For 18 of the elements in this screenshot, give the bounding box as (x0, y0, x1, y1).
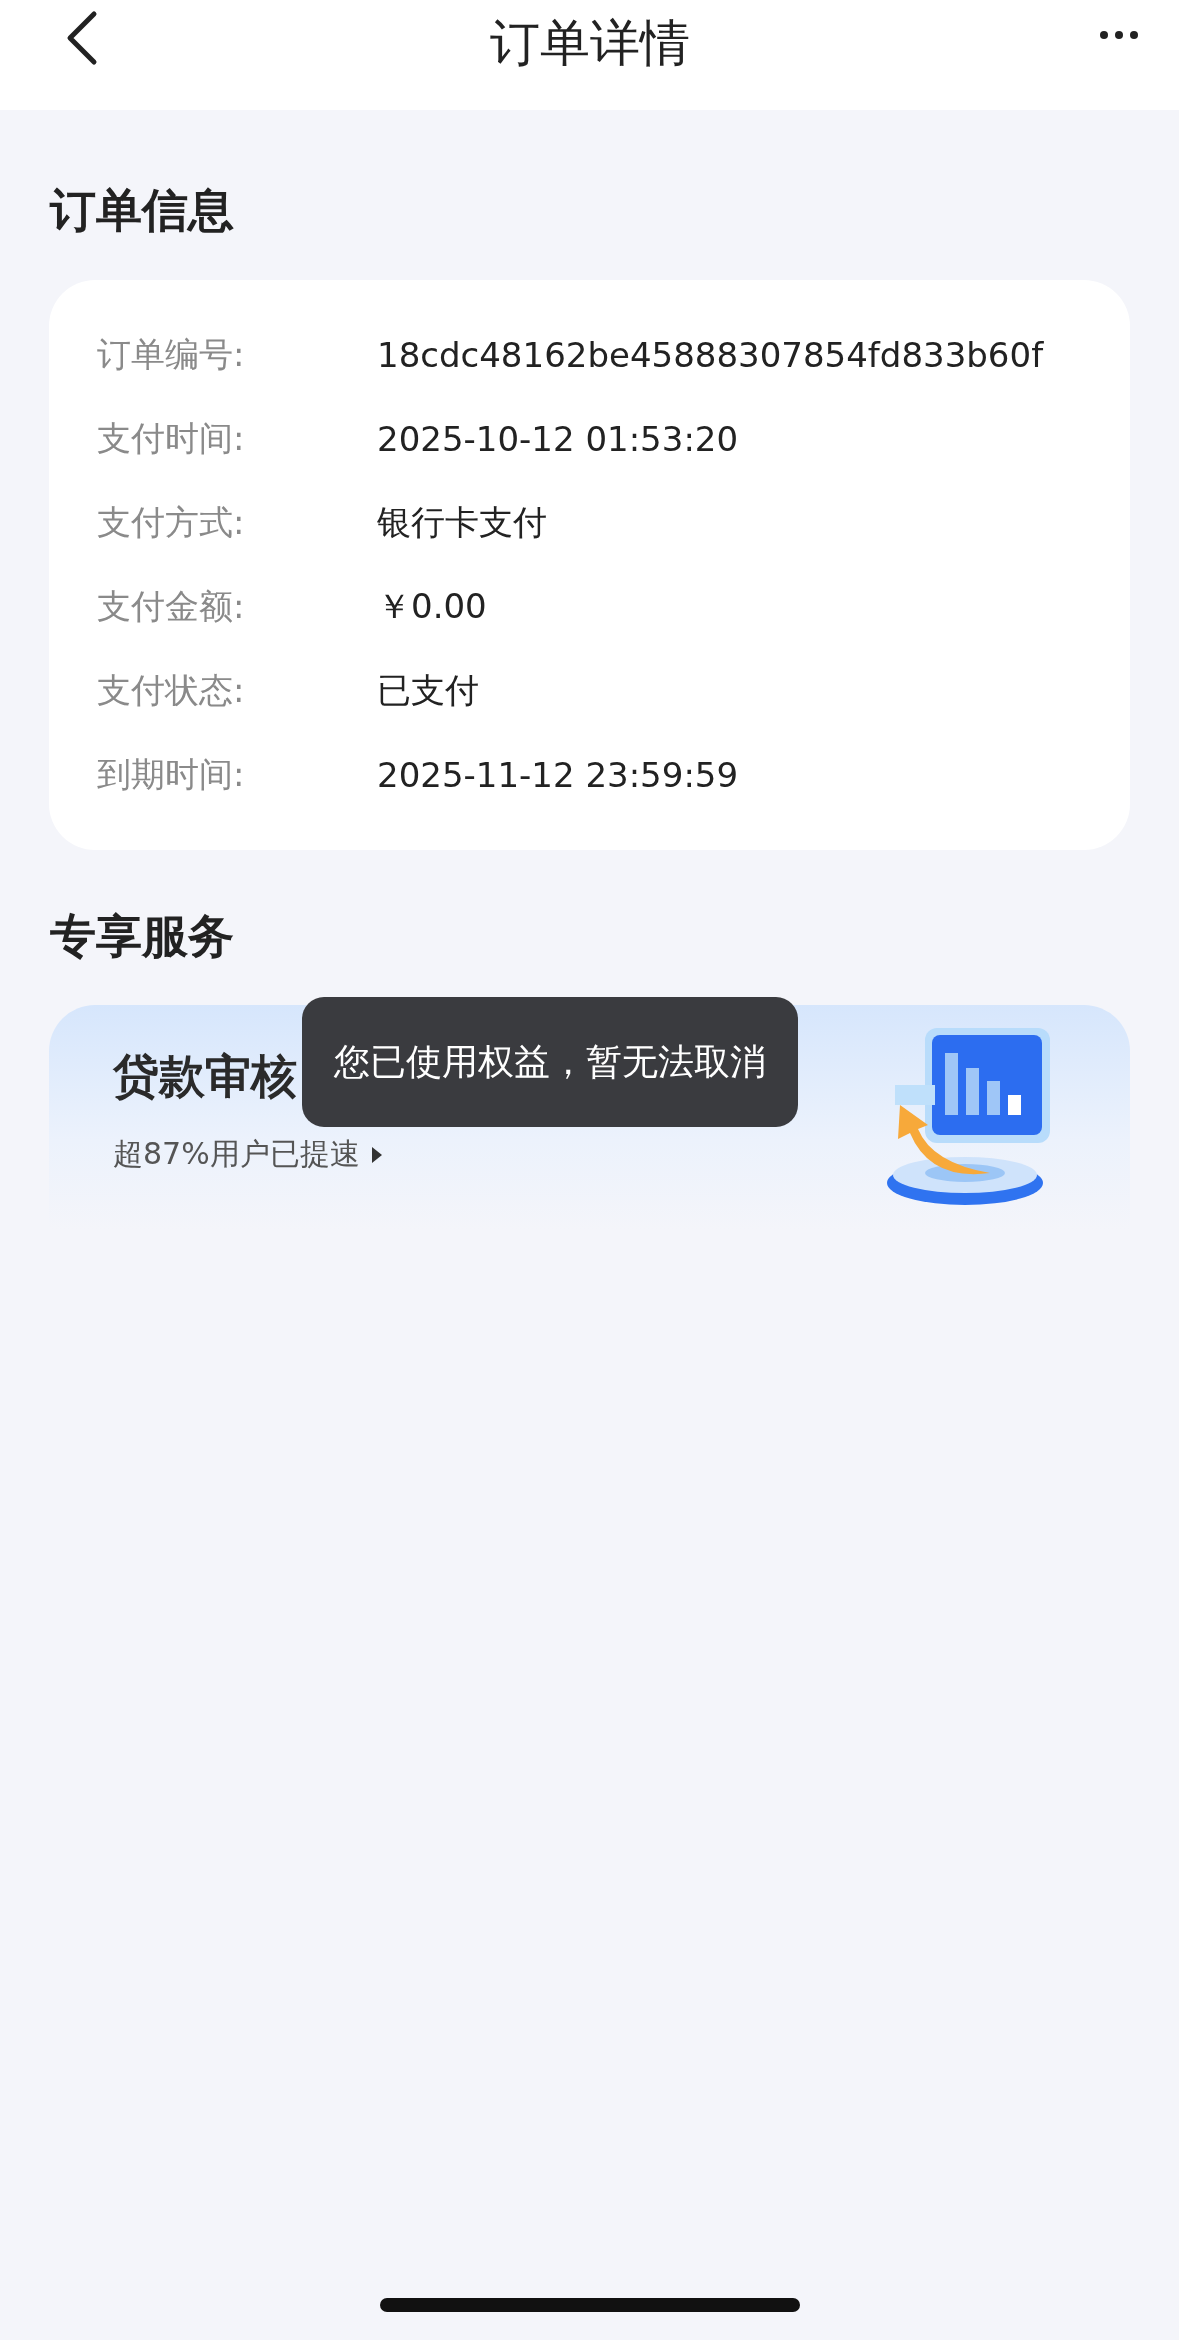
section-title: 订单信息 (50, 182, 234, 239)
field-label: 订单编号: (97, 333, 246, 376)
field-label: 支付方式: (97, 501, 246, 544)
page-title: 订单详情 (489, 12, 690, 74)
field-value: 2025-11-12 23:59:59 (377, 755, 739, 795)
message-toast: 您已使用权益，暂无法取消 (302, 997, 798, 1127)
banner-subtitle: 超87%用户已提速 (113, 1135, 360, 1173)
field-value: 2025-10-12 01:53:20 (377, 419, 739, 459)
field-label: 到期时间: (97, 753, 246, 796)
field-value: 18cdc48162be45888307854fd833b60f (377, 335, 1044, 375)
field-value: 银行卡支付 (377, 501, 547, 544)
field-label: 支付时间: (97, 417, 246, 460)
field-label: 支付状态: (97, 669, 246, 712)
field-value: 已支付 (377, 669, 479, 712)
field-label: 支付金额: (97, 585, 246, 628)
field-value: ￥0.00 (377, 585, 487, 628)
section-title: 专享服务 (50, 908, 234, 965)
banner-title: 贷款审核 (113, 1048, 297, 1105)
